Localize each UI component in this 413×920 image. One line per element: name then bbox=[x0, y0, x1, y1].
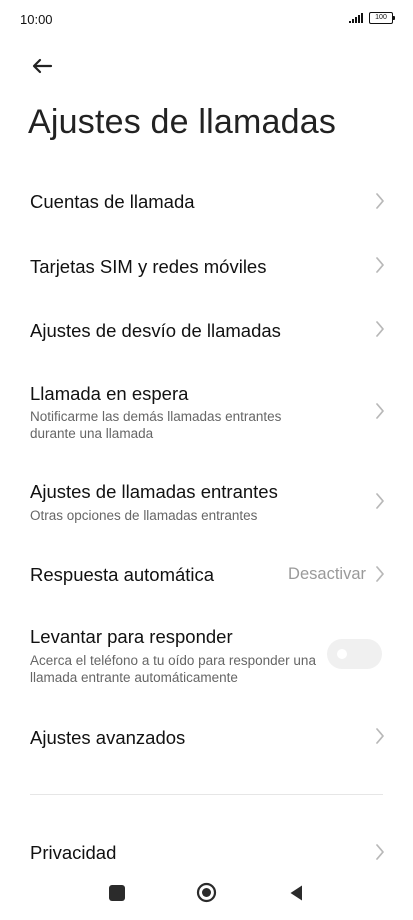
setting-title: Ajustes de desvío de llamadas bbox=[30, 320, 281, 341]
setting-llamada-en-espera[interactable]: Llamada en espera Notificarme las demás … bbox=[0, 372, 413, 456]
status-time: 10:00 bbox=[20, 12, 53, 27]
setting-subtitle: Notificarme las demás llamadas entrantes… bbox=[30, 409, 282, 441]
setting-value: Desactivar bbox=[288, 565, 366, 583]
status-bar: 10:00 100 bbox=[0, 0, 413, 40]
raise-to-answer-toggle[interactable] bbox=[327, 639, 382, 669]
arrow-left-icon bbox=[32, 58, 53, 74]
back-button[interactable] bbox=[28, 52, 56, 80]
status-icons: 100 bbox=[349, 12, 395, 24]
setting-tarjetas-sim[interactable]: Tarjetas SIM y redes móviles bbox=[0, 234, 413, 296]
system-nav-bar bbox=[0, 870, 413, 920]
setting-title: Cuentas de llamada bbox=[30, 191, 195, 212]
battery-level: 100 bbox=[375, 14, 387, 21]
toggle-knob bbox=[337, 649, 347, 659]
chevron-right-icon bbox=[376, 257, 384, 273]
setting-cuentas-de-llamada[interactable]: Cuentas de llamada bbox=[0, 170, 413, 232]
setting-subtitle: Otras opciones de llamadas entrantes bbox=[30, 508, 258, 523]
chevron-right-icon bbox=[376, 321, 384, 337]
setting-respuesta-automatica[interactable]: Respuesta automática Desactivar bbox=[0, 544, 413, 606]
setting-title: Ajustes avanzados bbox=[30, 727, 186, 748]
chevron-right-icon bbox=[376, 193, 384, 209]
nav-back-button[interactable] bbox=[288, 884, 304, 902]
setting-title: Tarjetas SIM y redes móviles bbox=[30, 256, 267, 277]
setting-title: Llamada en espera bbox=[30, 383, 189, 404]
setting-title: Levantar para responder bbox=[30, 626, 233, 647]
chevron-right-icon bbox=[376, 493, 384, 509]
battery-icon: 100 bbox=[369, 12, 395, 24]
setting-subtitle: Acerca el teléfono a tu oído para respon… bbox=[30, 653, 316, 685]
recents-button[interactable] bbox=[109, 885, 125, 901]
setting-title: Privacidad bbox=[30, 842, 117, 863]
home-button[interactable] bbox=[196, 882, 217, 903]
section-divider bbox=[30, 794, 383, 795]
setting-levantar-para-responder[interactable]: Levantar para responder Acerca el teléfo… bbox=[0, 614, 413, 702]
setting-title: Ajustes de llamadas entrantes bbox=[30, 481, 278, 502]
chevron-right-icon bbox=[376, 728, 384, 744]
chevron-right-icon bbox=[376, 566, 384, 582]
chevron-right-icon bbox=[376, 844, 384, 860]
setting-llamadas-entrantes[interactable]: Ajustes de llamadas entrantes Otras opci… bbox=[0, 472, 413, 532]
setting-title: Respuesta automática bbox=[30, 564, 215, 585]
chevron-right-icon bbox=[376, 403, 384, 419]
signal-icon bbox=[349, 13, 363, 23]
setting-ajustes-avanzados[interactable]: Ajustes avanzados bbox=[0, 706, 413, 768]
page-title: Ajustes de llamadas bbox=[28, 103, 337, 141]
setting-desvio-de-llamadas[interactable]: Ajustes de desvío de llamadas bbox=[0, 298, 413, 360]
